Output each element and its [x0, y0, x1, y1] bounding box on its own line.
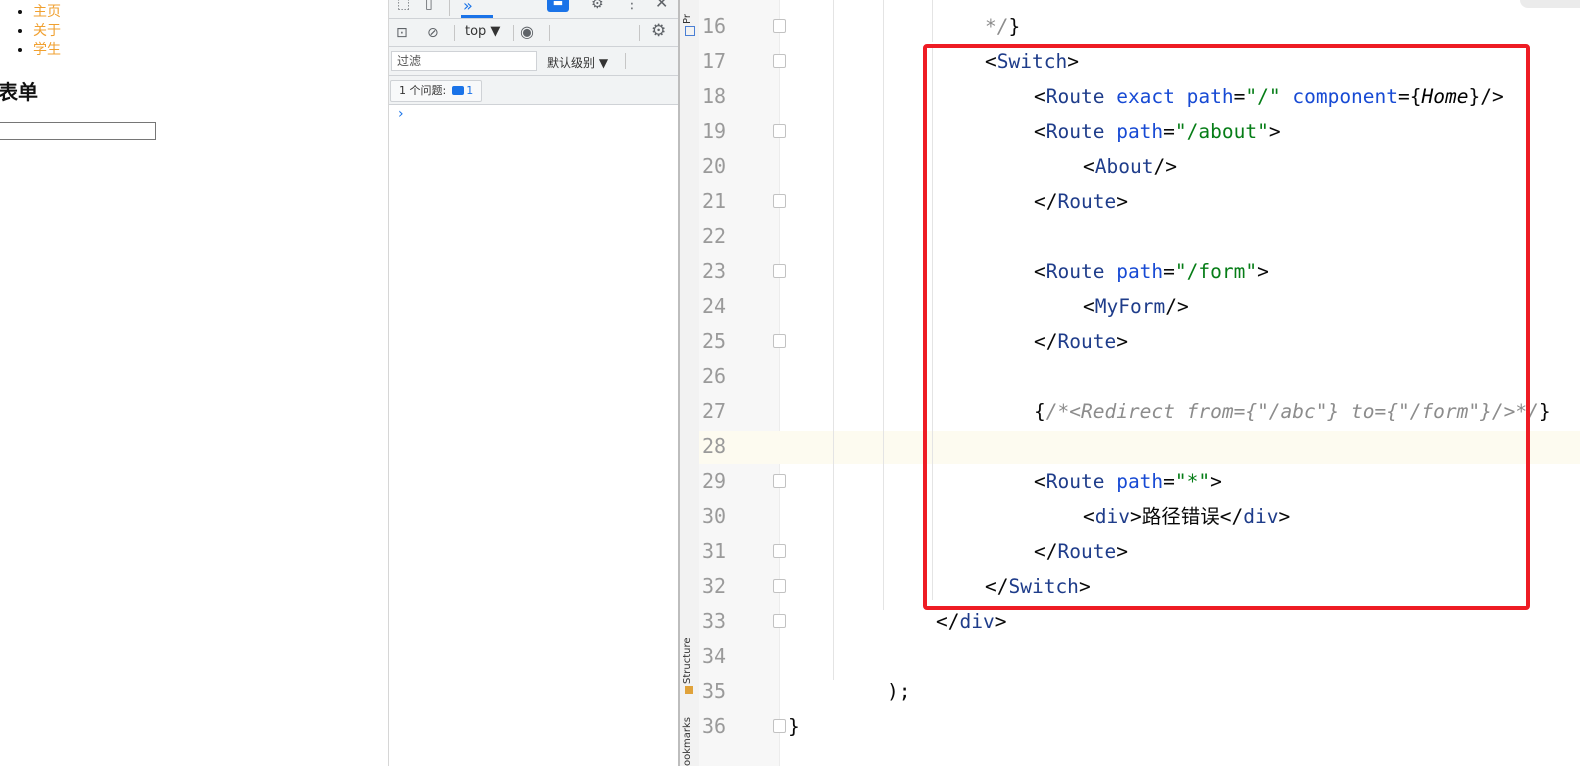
nav-item: 主页 — [33, 3, 61, 22]
fold-marker-icon[interactable] — [773, 54, 786, 68]
fold-marker-icon[interactable] — [773, 124, 786, 138]
log-level-select[interactable]: 默认级别 ▼ — [547, 54, 608, 71]
message-icon — [452, 86, 465, 95]
line-number: 21 — [702, 189, 727, 213]
line-number: 24 — [702, 294, 727, 318]
nav-link-home[interactable]: 主页 — [33, 4, 61, 20]
fold-marker-icon[interactable] — [773, 579, 786, 593]
line-number: 23 — [702, 259, 727, 283]
fold-marker-icon[interactable] — [773, 19, 786, 33]
line-number: 33 — [702, 609, 727, 633]
console-filter-bar: 过滤 默认级别 ▼ — [389, 47, 678, 76]
line-number: 30 — [702, 504, 727, 528]
separator — [449, 0, 450, 16]
nav-link-about[interactable]: 关于 — [33, 23, 61, 39]
code-text: } — [788, 715, 800, 738]
fold-marker-icon[interactable] — [773, 194, 786, 208]
active-tab-indicator — [461, 15, 493, 18]
line-number: 31 — [702, 539, 727, 563]
console-settings-gear-icon[interactable]: ⚙ — [651, 23, 666, 40]
separator — [639, 25, 640, 41]
red-highlight-box — [923, 44, 1530, 610]
form-title: 表单 — [0, 80, 38, 104]
settings-gear-icon[interactable]: ⚙ — [591, 0, 604, 12]
more-tabs-button[interactable]: » — [463, 0, 473, 15]
fold-marker-icon[interactable] — [773, 719, 786, 733]
clear-console-icon[interactable]: ⊘ — [427, 25, 439, 41]
code-line[interactable]: 35); — [678, 674, 1580, 709]
line-number: 26 — [702, 364, 727, 388]
line-number: 29 — [702, 469, 727, 493]
issues-button[interactable]: 1 个问题: 1 — [390, 80, 483, 102]
filter-input[interactable]: 过滤 — [391, 51, 537, 71]
line-number: 19 — [702, 119, 727, 143]
context-select[interactable]: top ▼ — [465, 24, 500, 39]
nav-item: 关于 — [33, 22, 61, 41]
line-number: 28 — [702, 434, 727, 458]
live-expression-eye-icon[interactable]: ◉ — [520, 24, 534, 40]
separator — [549, 25, 550, 41]
fold-marker-icon[interactable] — [773, 334, 786, 348]
code-text: */} — [985, 15, 1021, 38]
separator — [625, 53, 626, 69]
line-number: 35 — [702, 679, 727, 703]
issues-bar: 1 个问题: 1 — [389, 76, 678, 105]
issues-count: 1 — [466, 84, 474, 97]
line-number: 16 — [702, 14, 727, 38]
code-line[interactable]: 36} — [678, 709, 1580, 744]
line-number: 32 — [702, 574, 727, 598]
nav-item: 学生 — [33, 41, 61, 60]
fold-marker-icon[interactable] — [773, 614, 786, 628]
messages-badge-icon[interactable]: ▬ — [547, 0, 569, 12]
top-right-overlay — [1520, 0, 1580, 8]
line-number: 36 — [702, 714, 727, 738]
line-number: 22 — [702, 224, 727, 248]
more-options-icon[interactable]: ⋮ — [625, 0, 639, 12]
line-number: 25 — [702, 329, 727, 353]
nav-list: 主页 关于 学生 — [0, 3, 61, 60]
nav-link-student[interactable]: 学生 — [33, 42, 61, 58]
devtools-tab-bar: ⬚ ▯ » ▬ ⚙ ⋮ ✕ — [389, 0, 678, 19]
console-toolbar: ⊡ ⊘ top ▼ ◉ ⚙ — [389, 19, 678, 47]
fold-marker-icon[interactable] — [773, 264, 786, 278]
page-preview: 主页 关于 学生 表单 — [0, 0, 389, 766]
console-prompt-icon[interactable]: › — [398, 106, 404, 122]
line-number: 20 — [702, 154, 727, 178]
line-number: 27 — [702, 399, 727, 423]
separator — [513, 25, 514, 41]
fold-marker-icon[interactable] — [773, 544, 786, 558]
sidebar-toggle-icon[interactable]: ⊡ — [396, 25, 408, 41]
devtools-panel: ⬚ ▯ » ▬ ⚙ ⋮ ✕ ⊡ ⊘ top ▼ ◉ ⚙ 过滤 默认级别 ▼ 1 … — [389, 0, 678, 766]
line-number: 18 — [702, 84, 727, 108]
inspect-element-icon[interactable]: ⬚ — [397, 0, 410, 12]
line-number: 34 — [702, 644, 727, 668]
code-text: ); — [887, 680, 911, 703]
issues-label: 1 个问题: — [399, 84, 447, 97]
line-number: 17 — [702, 49, 727, 73]
code-line[interactable]: 34 — [678, 639, 1580, 674]
separator — [454, 25, 455, 41]
fold-marker-icon[interactable] — [773, 474, 786, 488]
close-devtools-icon[interactable]: ✕ — [655, 0, 668, 11]
code-line[interactable]: 16 */} — [678, 9, 1580, 44]
form-text-input[interactable] — [0, 122, 156, 140]
device-toolbar-icon[interactable]: ▯ — [425, 0, 433, 12]
